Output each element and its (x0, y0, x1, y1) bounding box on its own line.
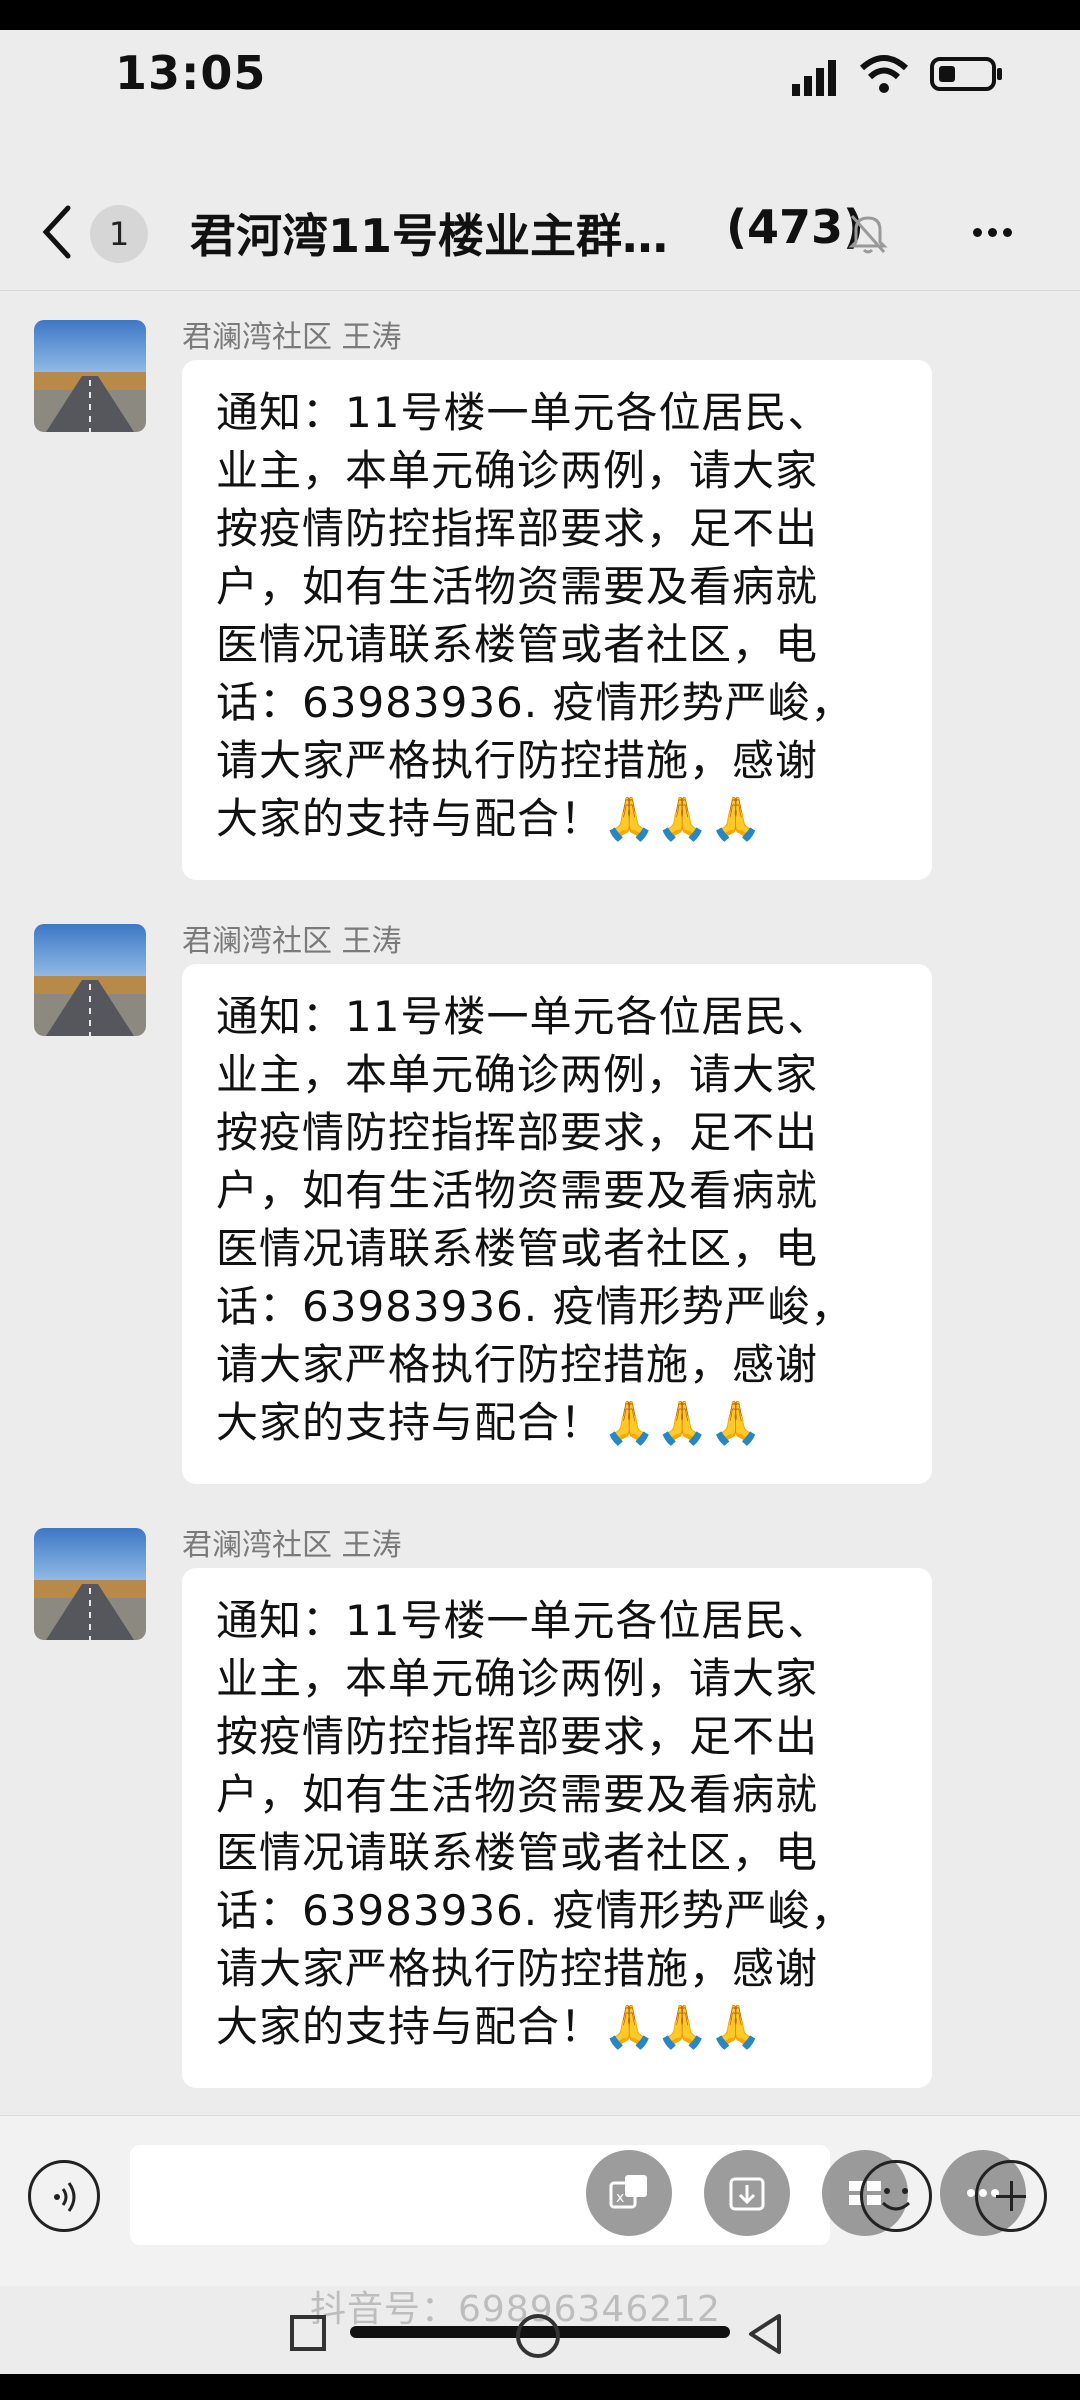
avatar[interactable] (34, 320, 146, 432)
douyin-watermark: 抖音号：69896346212 (310, 2289, 721, 2330)
message-bubble[interactable]: 通知：11号楼一单元各位居民、 业主，本单元确诊两例，请大家 按疫情防控指挥部要… (182, 360, 932, 880)
sender-name: 君澜湾社区 王涛 (182, 1528, 402, 1563)
message-text: 通知：11号楼一单元各位居民、 业主，本单元确诊两例，请大家 按疫情防控指挥部要… (216, 1596, 854, 2051)
bottom-black-band (0, 2374, 1080, 2400)
nav-recents-icon[interactable] (290, 2315, 326, 2351)
chat-title[interactable]: 君河湾11号楼业主群… (190, 200, 668, 266)
download-icon[interactable] (704, 2150, 790, 2236)
chat-header: 1 君河湾11号楼业主群… (473) (0, 180, 1080, 291)
pray-emoji-icon: 🙏🙏🙏 (603, 1398, 763, 1447)
voice-icon[interactable] (28, 2160, 100, 2232)
unread-count-badge[interactable]: 1 (90, 205, 148, 263)
signal-icon (792, 60, 836, 96)
svg-text:x: x (616, 2190, 624, 2206)
avatar[interactable] (34, 924, 146, 1036)
battery-icon (930, 57, 1002, 91)
nav-home-icon[interactable] (516, 2314, 560, 2358)
more-dots-icon[interactable] (970, 210, 1030, 256)
pray-emoji-icon: 🙏🙏🙏 (603, 794, 763, 843)
wifi-icon (859, 55, 909, 93)
sender-name: 君澜湾社区 王涛 (182, 320, 402, 355)
message-text: 通知：11号楼一单元各位居民、 业主，本单元确诊两例，请大家 按疫情防控指挥部要… (216, 388, 854, 843)
status-time: 13:05 (115, 46, 267, 100)
bell-off-icon (848, 215, 888, 254)
avatar[interactable] (34, 1528, 146, 1640)
emoji-icon[interactable] (860, 2160, 932, 2232)
translate-icon[interactable]: x (586, 2150, 672, 2236)
message-bubble[interactable]: 通知：11号楼一单元各位居民、 业主，本单元确诊两例，请大家 按疫情防控指挥部要… (182, 1568, 932, 2088)
back-chevron-icon[interactable] (38, 202, 78, 262)
top-black-band (0, 0, 1080, 30)
pray-emoji-icon: 🙏🙏🙏 (603, 2002, 763, 2051)
sender-name: 君澜湾社区 王涛 (182, 924, 402, 959)
member-count: (473) (726, 200, 865, 254)
nav-back-icon[interactable] (745, 2312, 785, 2356)
plus-icon[interactable] (975, 2160, 1047, 2232)
message-bubble[interactable]: 通知：11号楼一单元各位居民、 业主，本单元确诊两例，请大家 按疫情防控指挥部要… (182, 964, 932, 1484)
message-text: 通知：11号楼一单元各位居民、 业主，本单元确诊两例，请大家 按疫情防控指挥部要… (216, 992, 854, 1447)
